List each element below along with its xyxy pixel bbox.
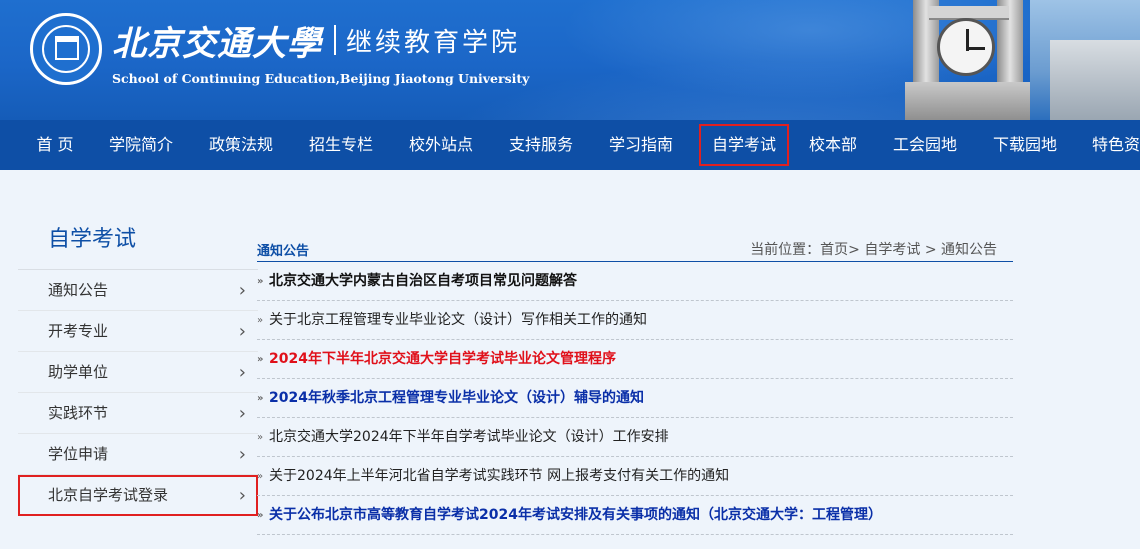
sidebar-item-label: 北京自学考试登录 bbox=[48, 486, 169, 504]
building-shape bbox=[1050, 40, 1140, 120]
nav-item-features[interactable]: 特色资 bbox=[1084, 120, 1140, 170]
sidebar-item-label: 学位申请 bbox=[48, 445, 109, 463]
brand-divider bbox=[334, 25, 336, 55]
nav-item-guide[interactable]: 学习指南 bbox=[600, 120, 682, 170]
news-item[interactable]: » 关于2024年上半年河北省自学考试实践环节 网上报考支付有关工作的通知 bbox=[257, 457, 1013, 496]
chevron-right-icon: › bbox=[238, 280, 246, 301]
campus-building-image bbox=[1030, 0, 1140, 120]
news-item[interactable]: » 2024年下半年北京交通大学自学考试毕业论文管理程序 bbox=[257, 340, 1013, 379]
bullet-icon: » bbox=[257, 393, 264, 404]
nav-item-downloads[interactable]: 下载园地 bbox=[984, 120, 1066, 170]
content-header: 通知公告 当前位置：首页> 自学考试 > 通知公告 bbox=[257, 232, 1013, 262]
chevron-right-icon: › bbox=[238, 403, 246, 424]
sidebar-item-notices[interactable]: 通知公告 › bbox=[18, 270, 258, 311]
nav-item-self-study-exam[interactable]: 自学考试 bbox=[695, 120, 793, 170]
english-name: School of Continuing Education,Beijing J… bbox=[112, 71, 530, 86]
tower-base bbox=[905, 82, 1030, 120]
chevron-right-icon: › bbox=[238, 444, 246, 465]
news-item[interactable]: » 关于北京工程管理专业毕业论文（设计）写作相关工作的通知 bbox=[257, 301, 1013, 340]
chevron-right-icon: › bbox=[238, 321, 246, 342]
nav-item-union[interactable]: 工会园地 bbox=[884, 120, 966, 170]
chevron-right-icon: › bbox=[238, 485, 246, 506]
news-title: 2024年下半年北京交通大学自学考试毕业论文管理程序 bbox=[269, 351, 616, 367]
nav-item-campus[interactable]: 校本部 bbox=[800, 120, 866, 170]
university-name: 北京交通大學 bbox=[112, 23, 322, 64]
nav-item-policy[interactable]: 政策法规 bbox=[200, 120, 282, 170]
sidebar-title: 自学考试 bbox=[18, 210, 258, 270]
sidebar-item-practice[interactable]: 实践环节 › bbox=[18, 393, 258, 434]
sidebar-item-label: 开考专业 bbox=[48, 322, 109, 340]
news-item[interactable]: » 关于公布北京市高等教育自学考试2024年考试安排及有关事项的通知（北京交通大学… bbox=[257, 496, 1013, 535]
news-item[interactable]: » 北京交通大学2024年下半年自学考试毕业论文（设计）工作安排 bbox=[257, 418, 1013, 457]
section-title: 通知公告 bbox=[257, 244, 310, 259]
breadcrumb: 当前位置：首页> 自学考试 > 通知公告 bbox=[750, 242, 997, 258]
clock-hand bbox=[967, 47, 985, 50]
news-title: 关于北京工程管理专业毕业论文（设计）写作相关工作的通知 bbox=[269, 312, 647, 328]
sidebar-item-beijing-exam-login[interactable]: 北京自学考试登录 › bbox=[18, 475, 258, 516]
sidebar-item-label: 助学单位 bbox=[48, 363, 109, 381]
department-name: 继续教育学院 bbox=[346, 27, 521, 58]
sidebar-item-degree[interactable]: 学位申请 › bbox=[18, 434, 258, 475]
seal-building bbox=[55, 36, 79, 60]
nav-item-support[interactable]: 支持服务 bbox=[500, 120, 582, 170]
main-nav: 首 页 学院简介 政策法规 招生专栏 校外站点 支持服务 学习指南 自学考试 校… bbox=[0, 120, 1140, 170]
sidebar: 自学考试 通知公告 › 开考专业 › 助学单位 › 实践环节 › 学位申请 › … bbox=[18, 210, 258, 516]
brand-title[interactable]: 北京交通大學 继续教育学院 bbox=[112, 16, 520, 64]
bullet-icon: » bbox=[257, 432, 264, 443]
sidebar-item-label: 实践环节 bbox=[48, 404, 109, 422]
main-content: 通知公告 当前位置：首页> 自学考试 > 通知公告 » 北京交通大学内蒙古自治区自… bbox=[257, 232, 1013, 535]
nav-item-sites[interactable]: 校外站点 bbox=[400, 120, 482, 170]
news-item[interactable]: » 北京交通大学内蒙古自治区自考项目常见问题解答 bbox=[257, 262, 1013, 301]
clock-tower-image bbox=[905, 0, 1030, 120]
sidebar-item-label: 通知公告 bbox=[48, 281, 109, 299]
bullet-icon: » bbox=[257, 510, 264, 521]
bullet-icon: » bbox=[257, 471, 264, 482]
news-title: 北京交通大学内蒙古自治区自考项目常见问题解答 bbox=[269, 273, 577, 289]
nav-item-home[interactable]: 首 页 bbox=[20, 120, 90, 170]
chevron-right-icon: › bbox=[238, 362, 246, 383]
site-header: 北京交通大學 继续教育学院 School of Continuing Educa… bbox=[0, 0, 1140, 120]
news-title: 2024年秋季北京工程管理专业毕业论文（设计）辅导的通知 bbox=[269, 390, 644, 406]
bullet-icon: » bbox=[257, 315, 264, 326]
news-title: 关于2024年上半年河北省自学考试实践环节 网上报考支付有关工作的通知 bbox=[269, 468, 730, 484]
nav-item-about[interactable]: 学院简介 bbox=[100, 120, 182, 170]
clock-icon bbox=[937, 18, 995, 76]
bullet-icon: » bbox=[257, 354, 264, 365]
sidebar-item-majors[interactable]: 开考专业 › bbox=[18, 311, 258, 352]
sidebar-item-partners[interactable]: 助学单位 › bbox=[18, 352, 258, 393]
university-seal-icon[interactable] bbox=[30, 13, 102, 85]
bullet-icon: » bbox=[257, 276, 264, 287]
nav-item-admissions[interactable]: 招生专栏 bbox=[300, 120, 382, 170]
news-title: 关于公布北京市高等教育自学考试2024年考试安排及有关事项的通知（北京交通大学：… bbox=[269, 507, 882, 523]
news-item[interactable]: » 2024年秋季北京工程管理专业毕业论文（设计）辅导的通知 bbox=[257, 379, 1013, 418]
news-title: 北京交通大学2024年下半年自学考试毕业论文（设计）工作安排 bbox=[269, 429, 669, 445]
